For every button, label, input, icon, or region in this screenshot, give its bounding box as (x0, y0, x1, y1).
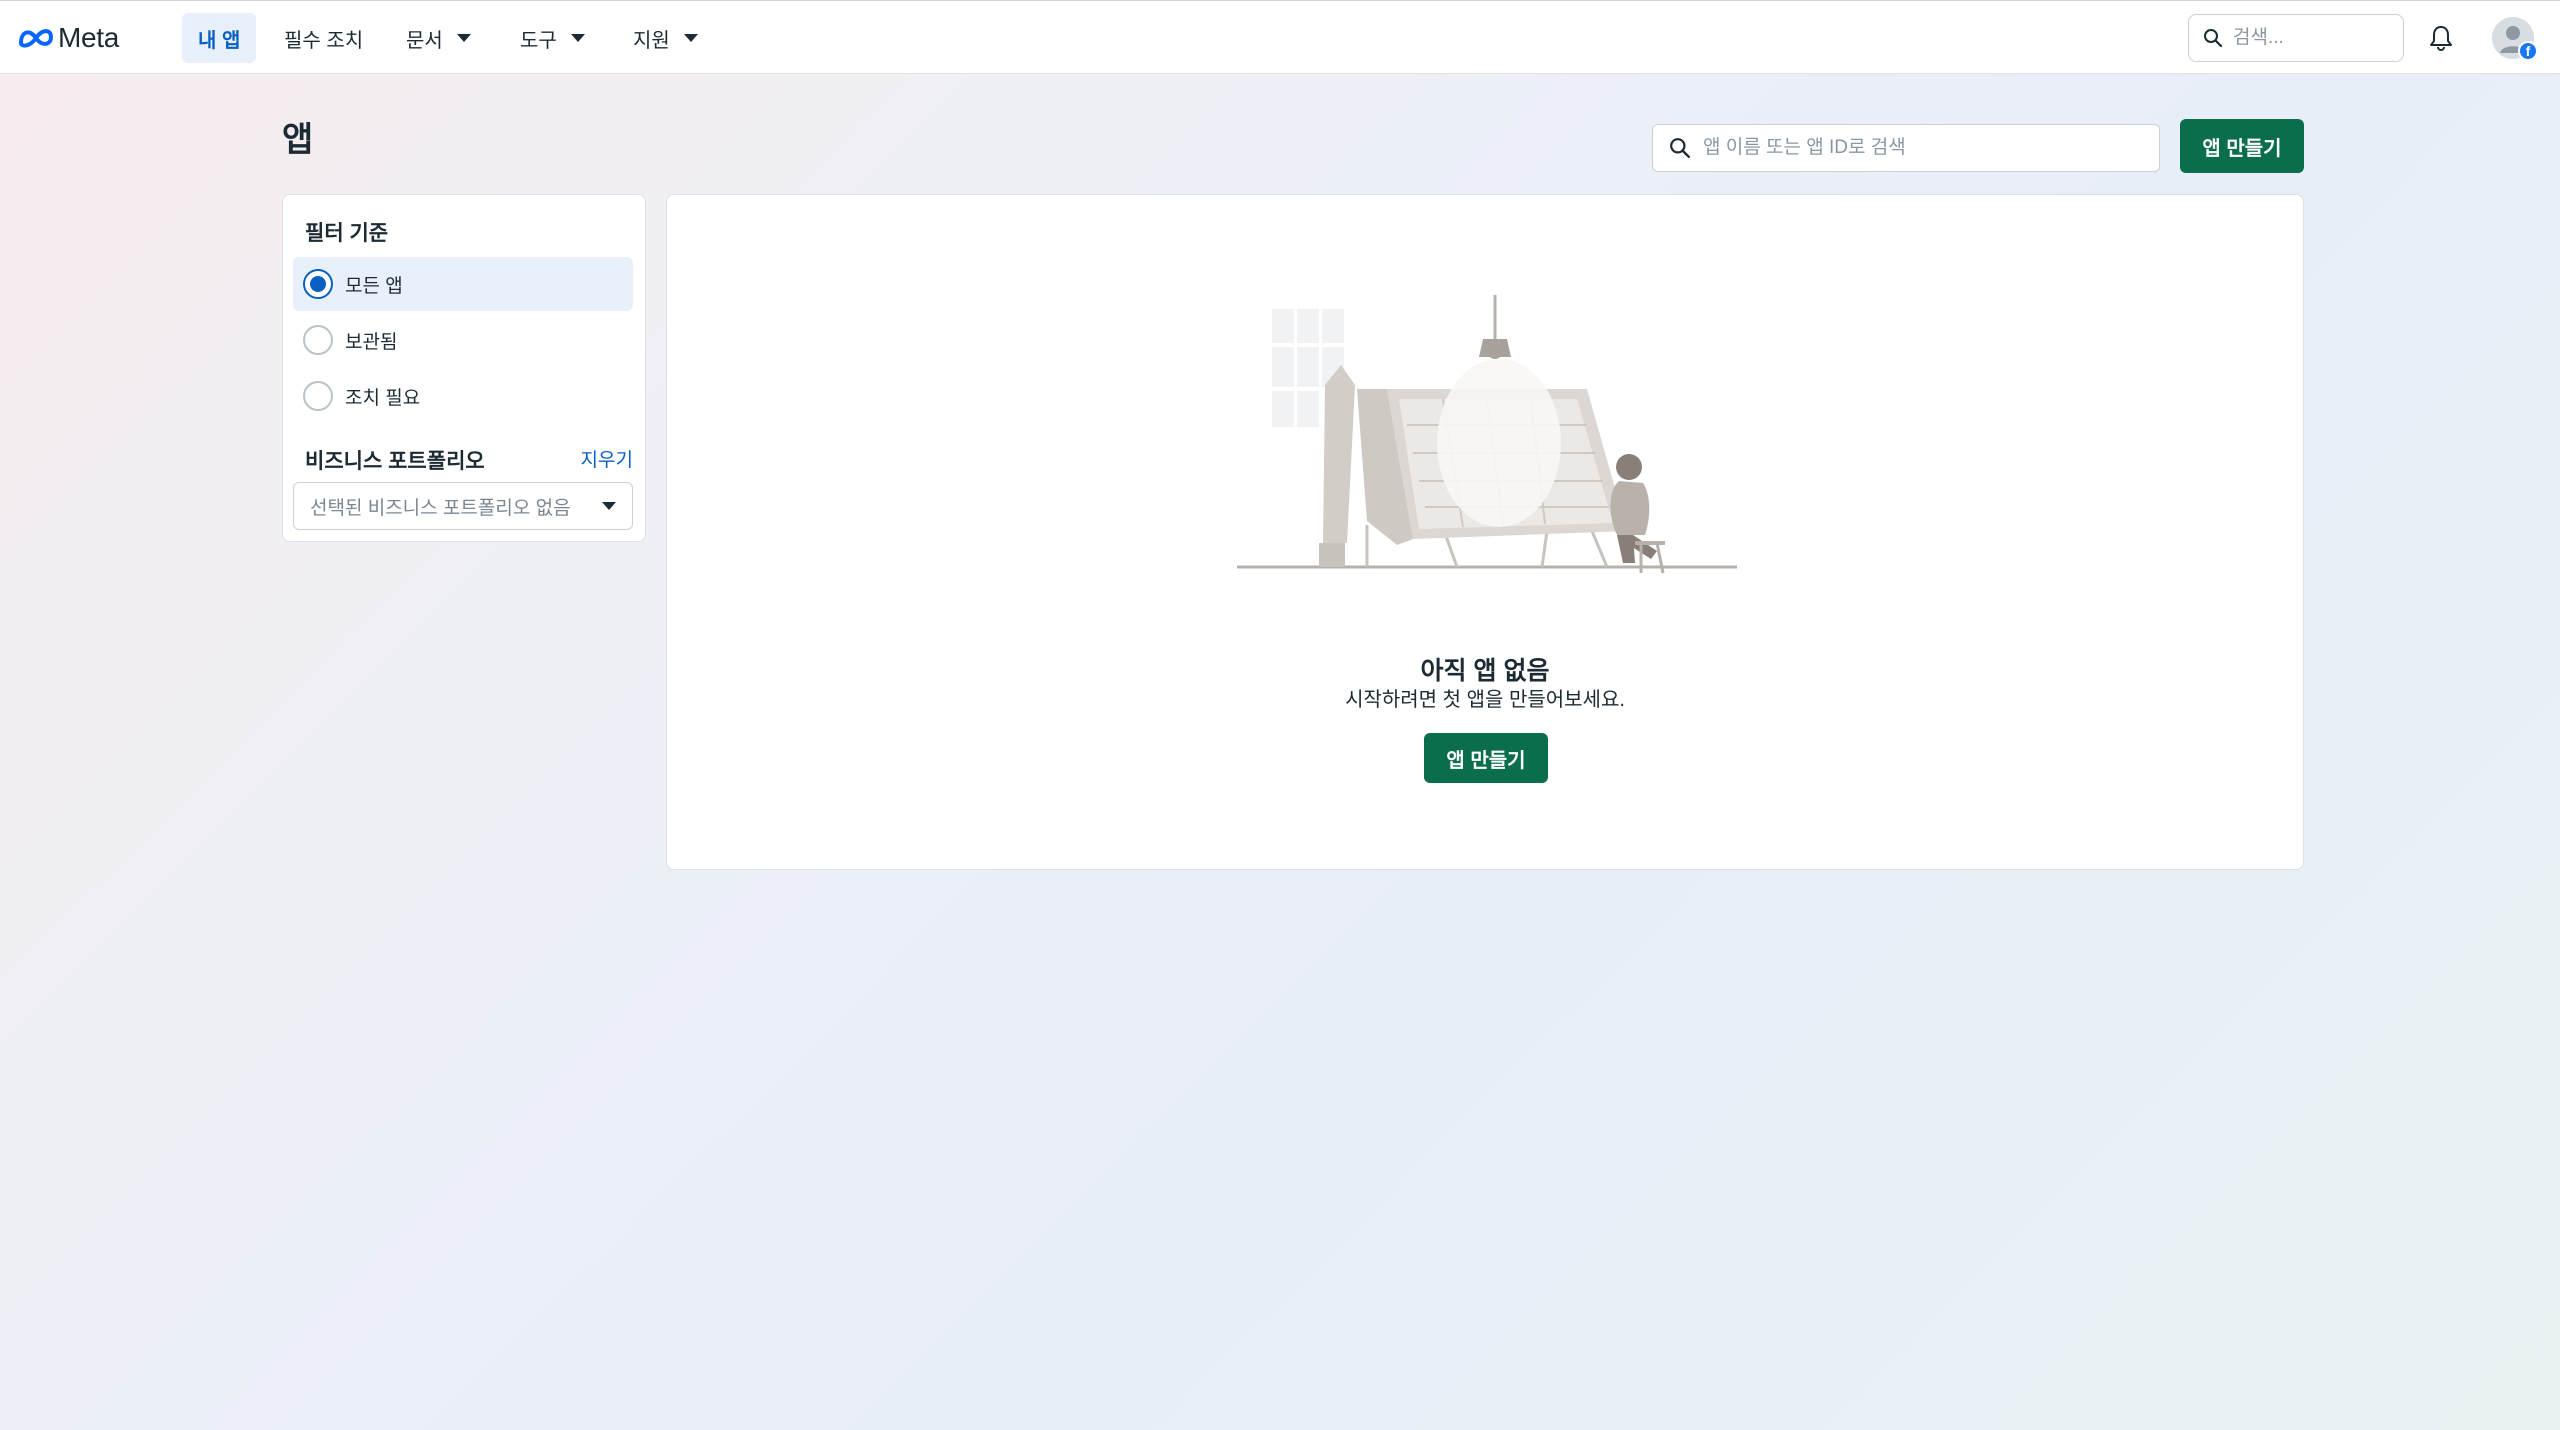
business-portfolio-select-value: 선택된 비즈니스 포트폴리오 없음 (310, 497, 571, 519)
filter-option-action-required[interactable]: 조치 필요 (293, 369, 633, 423)
empty-state-subtitle: 시작하려면 첫 앱을 만들어보세요. (1345, 689, 1625, 711)
business-portfolio-select[interactable]: 선택된 비즈니스 포트폴리오 없음 (293, 482, 633, 530)
bell-icon (2430, 26, 2452, 52)
meta-infinity-icon (19, 29, 53, 48)
nav-support[interactable]: 지원 (617, 13, 714, 63)
radio-button[interactable] (303, 269, 333, 299)
nav-tools[interactable]: 도구 (504, 13, 601, 63)
empty-state-illustration (1237, 295, 1737, 574)
caret-down-icon (570, 34, 585, 42)
filter-option-archived[interactable]: 보관됨 (293, 313, 633, 367)
radio-button[interactable] (303, 325, 333, 355)
app-search-input[interactable] (1701, 136, 2145, 160)
filter-option-label: 모든 앱 (345, 275, 403, 297)
facebook-badge-icon: f (2518, 41, 2538, 61)
nav-link-label: 지원 (633, 29, 670, 52)
nav-link-label: 내 앱 (198, 29, 241, 52)
create-app-button[interactable]: 앱 만들기 (2180, 119, 2304, 173)
top-navigation: Meta 내 앱 필수 조치 문서 도구 지원 f (0, 0, 2560, 74)
business-portfolio-title: 비즈니스 포트폴리오 (305, 450, 485, 473)
meta-wordmark: Meta (58, 22, 120, 53)
caret-down-icon (683, 34, 698, 42)
notifications-button[interactable] (2424, 21, 2458, 55)
filter-option-label: 조치 필요 (345, 387, 421, 409)
create-first-app-button[interactable]: 앱 만들기 (1424, 733, 1548, 783)
filter-panel: 필터 기준 모든 앱 보관됨 조치 필요 비즈니스 포트폴리오 지우기 선택된 … (282, 194, 646, 542)
empty-state-title: 아직 앱 없음 (1420, 657, 1550, 685)
nav-link-label: 도구 (520, 29, 557, 52)
app-search[interactable] (1652, 124, 2160, 172)
nav-link-label: 필수 조치 (284, 29, 364, 52)
search-icon (2204, 29, 2223, 48)
global-search-input[interactable] (2231, 26, 2385, 50)
caret-down-icon (456, 34, 471, 42)
apps-panel: 아직 앱 없음 시작하려면 첫 앱을 만들어보세요. 앱 만들기 (666, 194, 2304, 870)
caret-down-icon (602, 502, 616, 510)
filter-option-all-apps[interactable]: 모든 앱 (293, 257, 633, 311)
profile-avatar[interactable]: f (2492, 17, 2538, 61)
filter-title: 필터 기준 (305, 222, 389, 245)
radio-button[interactable] (303, 381, 333, 411)
search-icon (1670, 138, 1691, 159)
nav-required-actions[interactable]: 필수 조치 (268, 13, 379, 63)
nav-docs[interactable]: 문서 (390, 13, 487, 63)
filter-option-label: 보관됨 (345, 331, 398, 353)
global-search[interactable] (2188, 14, 2404, 62)
page-title: 앱 (282, 121, 314, 159)
nav-my-apps[interactable]: 내 앱 (182, 13, 257, 63)
meta-logo[interactable]: Meta (18, 20, 119, 56)
nav-link-label: 문서 (406, 29, 443, 52)
clear-filter-link[interactable]: 지우기 (581, 445, 633, 472)
